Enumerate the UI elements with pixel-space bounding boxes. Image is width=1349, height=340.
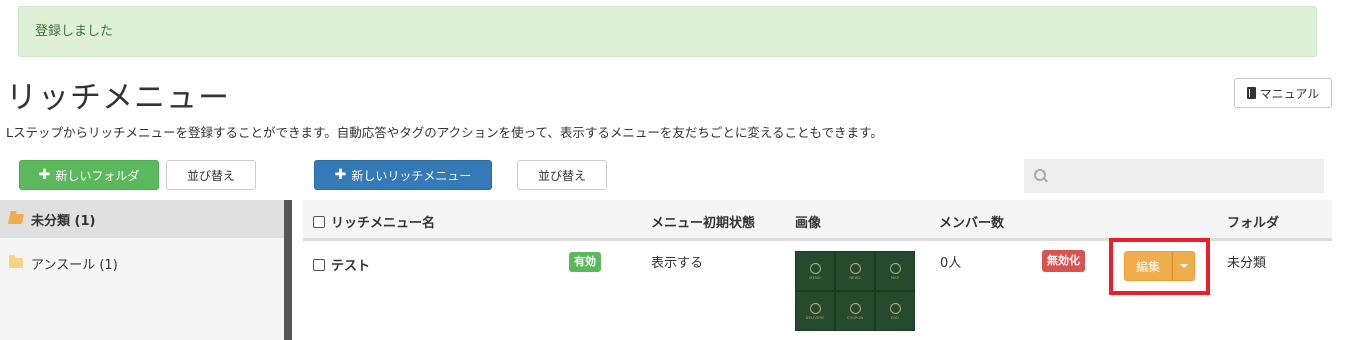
select-all-checkbox[interactable] xyxy=(313,216,325,228)
thumbnail-cell: COUPON xyxy=(835,291,875,331)
highlight-annotation xyxy=(1109,238,1210,295)
new-richmenu-label: 新しいリッチメニュー xyxy=(351,168,472,183)
table-header: リッチメニュー名 メニュー初期状態 画像 メンバー数 フォルダ xyxy=(303,200,1332,241)
thumbnail-cell: MENU xyxy=(795,251,835,291)
folder-icon xyxy=(9,255,23,268)
thumbnail-label: MENU xyxy=(809,275,821,280)
richmenu-thumbnail[interactable]: MENU NEWS MAP DELIVERY COUPON END xyxy=(795,251,915,331)
thumbnail-cell: NEWS xyxy=(835,251,875,291)
globe-icon xyxy=(889,302,901,314)
sidebar-divider[interactable] xyxy=(284,200,292,340)
new-folder-button[interactable]: ✚ 新しいフォルダ xyxy=(19,160,159,190)
page-description: Lステップからリッチメニューを登録することができます。自動応答やタグのアクション… xyxy=(6,125,883,140)
menu-sort-button[interactable]: 並び替え xyxy=(517,160,607,190)
book-icon xyxy=(1246,87,1256,99)
new-folder-label: 新しいフォルダ xyxy=(55,168,140,183)
search-icon xyxy=(1034,169,1048,183)
thumbnail-cell: DELIVERY xyxy=(795,291,835,331)
header-initial-state: メニュー初期状態 xyxy=(651,216,756,231)
alert-message: 登録しました xyxy=(35,24,114,39)
search-input[interactable] xyxy=(1056,169,1316,183)
page-title: リッチメニュー xyxy=(6,80,230,116)
folder-value: 未分類 xyxy=(1227,256,1267,271)
header-folder: フォルダ xyxy=(1227,216,1280,231)
thumbnail-label: DELIVERY xyxy=(805,315,825,320)
status-badge: 有効 xyxy=(569,252,601,272)
thumbnail-label: NEWS xyxy=(849,275,861,280)
thumbnail-label: COUPON xyxy=(846,315,864,320)
success-alert: 登録しました xyxy=(18,6,1317,57)
members-value: 0人 xyxy=(940,256,962,271)
new-richmenu-button[interactable]: ✚ 新しいリッチメニュー xyxy=(314,160,492,190)
header-name-label: リッチメニュー名 xyxy=(331,216,436,231)
folder-sort-button[interactable]: 並び替え xyxy=(166,160,256,190)
menu-sort-label: 並び替え xyxy=(537,168,586,183)
sidebar-item-label: 未分類 (1) xyxy=(31,213,96,229)
richmenu-name[interactable]: テスト xyxy=(331,259,370,274)
thumbnail-cell: MAP xyxy=(875,251,915,291)
manual-button[interactable]: マニュアル xyxy=(1234,78,1332,108)
initial-state-value: 表示する xyxy=(651,256,704,271)
folder-sort-label: 並び替え xyxy=(186,168,235,183)
header-image: 画像 xyxy=(795,216,822,231)
thumbnail-label: MAP xyxy=(890,275,900,280)
thumbnail-cell: END xyxy=(875,291,915,331)
plus-icon: ✚ xyxy=(38,167,51,183)
header-name: リッチメニュー名 xyxy=(313,212,435,231)
folder-sidebar: 未分類 (1) アンスール (1) xyxy=(0,200,284,340)
header-members: メンバー数 xyxy=(939,216,1005,231)
folder-open-icon xyxy=(7,214,25,224)
map-pin-icon xyxy=(889,262,901,274)
manual-label: マニュアル xyxy=(1259,86,1320,101)
truck-icon xyxy=(809,302,821,314)
row-name-cell: テスト xyxy=(313,255,370,274)
plus-icon: ✚ xyxy=(334,167,347,183)
sidebar-item-ansur[interactable]: アンスール (1) xyxy=(0,244,284,282)
row-checkbox[interactable] xyxy=(313,259,325,271)
thumbnail-label: END xyxy=(890,315,900,320)
sidebar-item-uncategorized[interactable]: 未分類 (1) xyxy=(0,200,284,238)
disable-button[interactable]: 無効化 xyxy=(1042,250,1085,272)
search-box[interactable] xyxy=(1024,159,1324,193)
coupon-icon xyxy=(849,302,861,314)
menu-icon xyxy=(809,262,821,274)
sidebar-item-label: アンスール (1) xyxy=(31,257,118,273)
news-icon xyxy=(849,262,861,274)
